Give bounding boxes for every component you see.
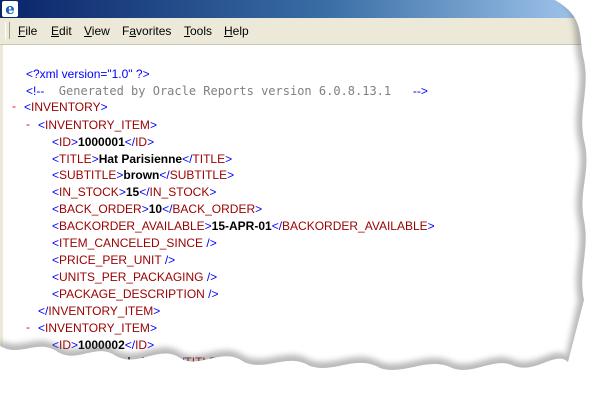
menu-favorites[interactable]: Favorites	[122, 24, 171, 38]
menu-file[interactable]: File	[18, 24, 37, 38]
xml-field-id: <ID>1000002</ID>	[52, 338, 155, 352]
xml-field-subtitle: <SUBTITLE></SUBTITLE>	[52, 372, 199, 386]
collapse-toggle[interactable]: -	[12, 99, 16, 113]
xml-comment: <!-- Generated by Oracle Reports version…	[26, 84, 428, 98]
xml-field-title: <TITLE>Baseball Cap</TITLE>	[52, 355, 225, 369]
xml-field-backorder-available: <BACKORDER_AVAILABLE>15-APR-01</BACKORDE…	[52, 219, 435, 233]
menu-bar: File Edit View Favorites Tools Help	[0, 18, 596, 45]
xml-item-close: </INVENTORY_ITEM>	[38, 304, 161, 318]
xml-field-title: <TITLE>Hat Parisienne</TITLE>	[52, 152, 233, 166]
collapse-toggle[interactable]: -	[26, 320, 30, 334]
xml-root-open[interactable]: <INVENTORY>	[24, 99, 108, 116]
menu-help[interactable]: Help	[224, 24, 249, 38]
xml-item-open[interactable]: <INVENTORY_ITEM>	[38, 320, 157, 337]
xml-field-price-per-unit: <PRICE_PER_UNIT />	[52, 253, 176, 267]
menu-view[interactable]: View	[84, 24, 110, 38]
menu-edit[interactable]: Edit	[51, 24, 72, 38]
menu-tools[interactable]: Tools	[184, 24, 212, 38]
xml-field-item-canceled-since: <ITEM_CANCELED_SINCE />	[52, 236, 217, 250]
xml-declaration: <?xml version="1.0" ?>	[26, 67, 150, 81]
ie-logo-icon[interactable]: e	[2, 1, 18, 17]
xml-field-in-stock: <IN_STOCK>15</IN_STOCK>	[52, 185, 217, 199]
xml-field-back-order: <BACK_ORDER>10</BACK_ORDER>	[52, 202, 263, 216]
xml-item-open[interactable]: <INVENTORY_ITEM>	[38, 117, 157, 134]
xml-field-id: <ID>1000001</ID>	[52, 135, 155, 149]
xml-field-subtitle: <SUBTITLE>brown</SUBTITLE>	[52, 168, 235, 182]
title-bar: e	[0, 0, 596, 18]
toolbar-grip[interactable]	[5, 22, 10, 39]
collapse-toggle[interactable]: -	[26, 117, 30, 131]
window-left-border	[0, 45, 3, 404]
xml-field-package-description: <PACKAGE_DESCRIPTION />	[52, 287, 219, 301]
xml-field-units-per-packaging: <UNITS_PER_PACKAGING />	[52, 270, 218, 284]
